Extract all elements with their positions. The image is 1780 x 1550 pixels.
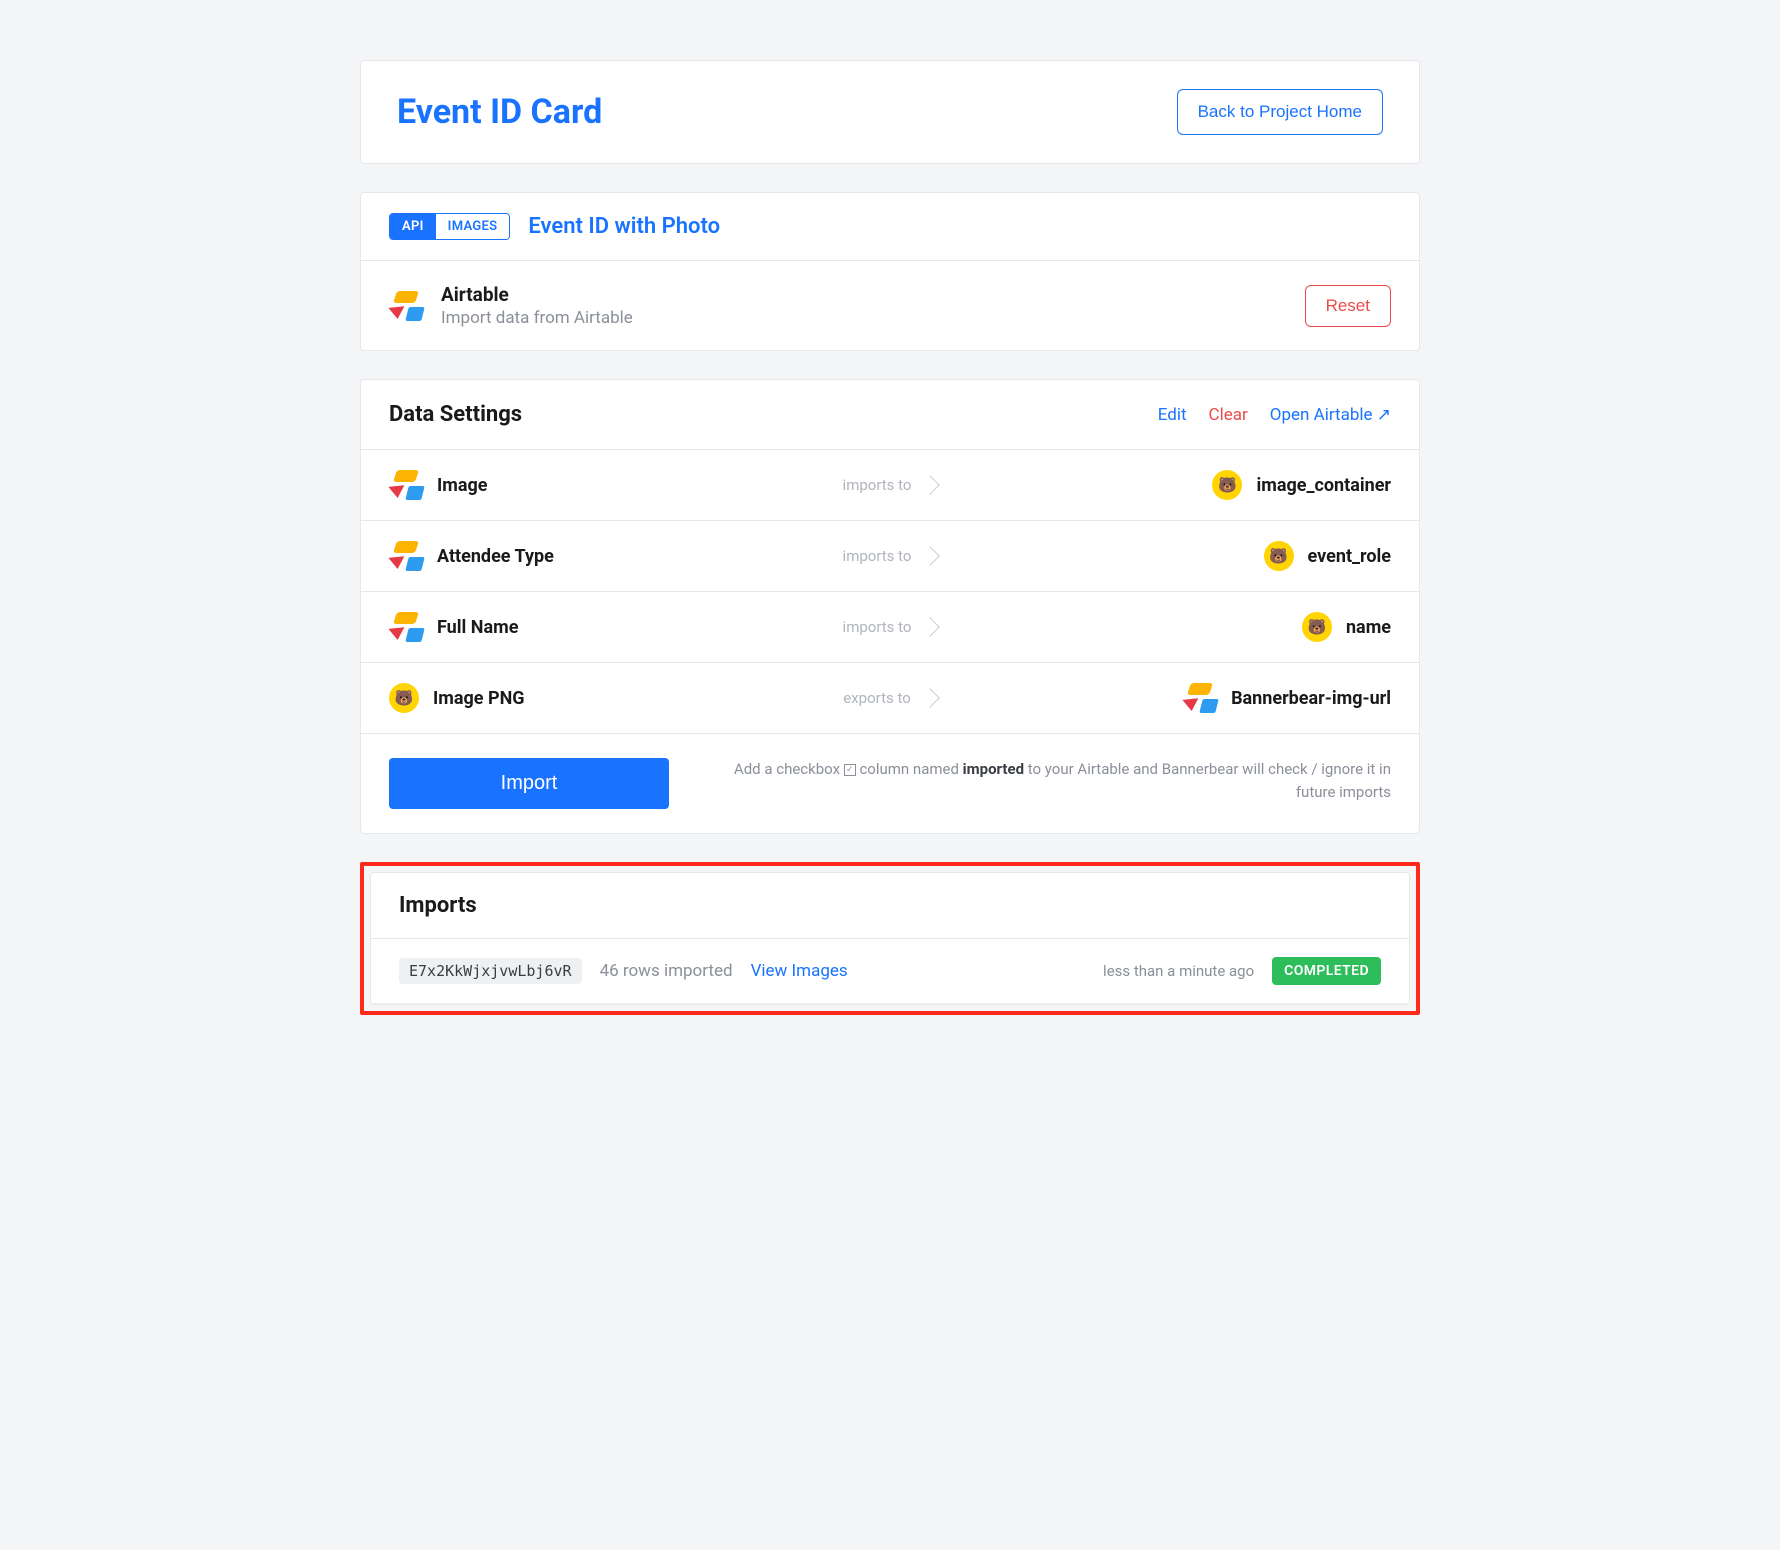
target-field-label: event_role: [1308, 546, 1391, 567]
imports-highlight: Imports E7x2KkWjxjvwLbj6vR 46 rows impor…: [360, 862, 1420, 1015]
airtable-icon: [389, 612, 423, 642]
airtable-icon: [389, 470, 423, 500]
airtable-icon: [389, 541, 423, 571]
toggle-api[interactable]: API: [390, 214, 436, 239]
view-images-link[interactable]: View Images: [751, 961, 848, 981]
import-row: E7x2KkWjxjvwLbj6vR 46 rows imported View…: [371, 939, 1409, 1004]
mapping-source: Attendee Type: [389, 541, 843, 571]
source-field-label: Attendee Type: [437, 546, 554, 567]
import-helper-text: Add a checkbox ✓ column named imported t…: [697, 758, 1391, 803]
mapping-direction: imports to: [843, 618, 938, 636]
source-field-label: Image PNG: [433, 688, 525, 709]
imports-title: Imports: [399, 893, 1381, 918]
source-field-label: Full Name: [437, 617, 518, 638]
mapping-source: Image PNG: [389, 683, 843, 713]
mapping-row: Image PNG exports to Bannerbear-img-url: [361, 663, 1419, 734]
mapping-target: Bannerbear-img-url: [937, 683, 1391, 713]
checkbox-icon: ✓: [844, 764, 856, 776]
mode-toggle: API IMAGES: [389, 213, 510, 240]
settings-links: Edit Clear Open Airtable ↗: [1158, 405, 1391, 425]
project-title: Event ID Card: [397, 92, 602, 132]
source-description: Import data from Airtable: [441, 308, 1287, 328]
import-status-badge: COMPLETED: [1272, 957, 1381, 985]
mapping-row: Image imports to image_container: [361, 450, 1419, 521]
action-row: Import Add a checkbox ✓ column named imp…: [361, 734, 1419, 833]
target-field-label: name: [1346, 617, 1391, 638]
import-summary: 46 rows imported: [600, 961, 733, 981]
toggle-images[interactable]: IMAGES: [436, 214, 510, 239]
import-time: less than a minute ago: [1103, 962, 1254, 980]
mapping-source: Image: [389, 470, 843, 500]
mapping-direction: exports to: [843, 689, 937, 707]
settings-title: Data Settings: [389, 402, 522, 427]
imports-header: Imports: [371, 873, 1409, 939]
source-name: Airtable: [441, 283, 1287, 306]
mapping-direction: imports to: [843, 476, 938, 494]
airtable-icon: [389, 291, 423, 321]
settings-header: Data Settings Edit Clear Open Airtable ↗: [361, 380, 1419, 450]
bannerbear-icon: [1212, 470, 1242, 500]
template-source-card: API IMAGES Event ID with Photo Airtable …: [360, 192, 1420, 351]
target-field-label: Bannerbear-img-url: [1231, 688, 1391, 709]
mapping-direction: imports to: [843, 547, 938, 565]
data-settings-card: Data Settings Edit Clear Open Airtable ↗…: [360, 379, 1420, 834]
mapping-source: Full Name: [389, 612, 843, 642]
source-field-label: Image: [437, 475, 488, 496]
target-field-label: image_container: [1256, 475, 1391, 496]
source-info: Airtable Import data from Airtable: [441, 283, 1287, 328]
project-header: Event ID Card Back to Project Home: [360, 60, 1420, 164]
mapping-target: image_container: [937, 470, 1391, 500]
reset-button[interactable]: Reset: [1305, 285, 1391, 327]
clear-link[interactable]: Clear: [1209, 405, 1248, 425]
template-name[interactable]: Event ID with Photo: [528, 214, 720, 239]
mapping-row: Attendee Type imports to event_role: [361, 521, 1419, 592]
open-airtable-link[interactable]: Open Airtable ↗: [1270, 405, 1391, 425]
mapping-row: Full Name imports to name: [361, 592, 1419, 663]
bannerbear-icon: [1264, 541, 1294, 571]
edit-link[interactable]: Edit: [1158, 405, 1187, 425]
back-to-project-button[interactable]: Back to Project Home: [1177, 89, 1383, 135]
template-row: API IMAGES Event ID with Photo: [361, 193, 1419, 261]
bannerbear-icon: [389, 683, 419, 713]
import-button[interactable]: Import: [389, 758, 669, 809]
imports-card: Imports E7x2KkWjxjvwLbj6vR 46 rows impor…: [370, 872, 1410, 1005]
airtable-icon: [1183, 683, 1217, 713]
bannerbear-icon: [1302, 612, 1332, 642]
mapping-target: name: [937, 612, 1391, 642]
source-row: Airtable Import data from Airtable Reset: [361, 261, 1419, 350]
mapping-target: event_role: [937, 541, 1391, 571]
import-id: E7x2KkWjxjvwLbj6vR: [399, 958, 582, 984]
